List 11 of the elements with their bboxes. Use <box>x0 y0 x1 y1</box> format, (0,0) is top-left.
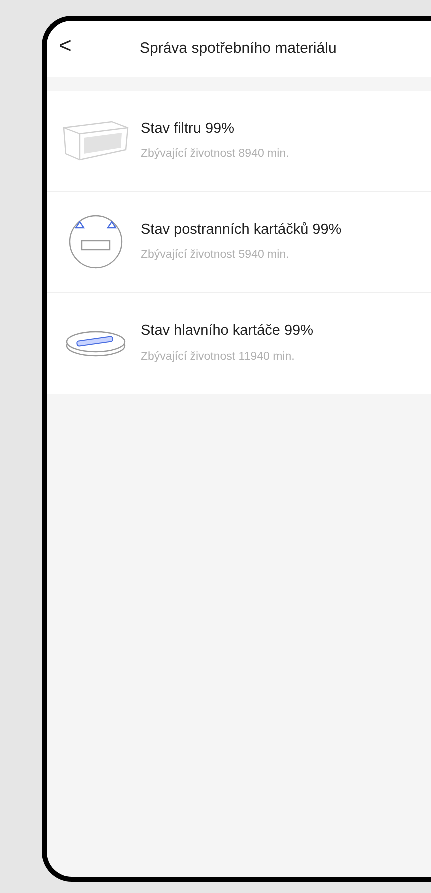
main-brush-icon <box>65 328 127 358</box>
robot-side-brush-icon <box>68 214 124 270</box>
filter-icon <box>62 120 130 162</box>
remaining-life-text: Zbývající životnost 5940 min. <box>141 248 290 264</box>
item-title: Stav postranních kartáčků 99% <box>141 220 342 240</box>
remaining-life-text: Zbývající životnost 8940 min. <box>141 147 290 162</box>
item-title: Stav filtru 99% <box>141 120 236 138</box>
page-title: Správa spotřebního materiálu <box>140 38 337 59</box>
remaining-life-text: Zbývající životnost 11940 min. <box>141 350 296 365</box>
back-button[interactable]: < <box>59 35 72 57</box>
item-title: Stav hlavního kartáče 99% <box>141 322 314 341</box>
